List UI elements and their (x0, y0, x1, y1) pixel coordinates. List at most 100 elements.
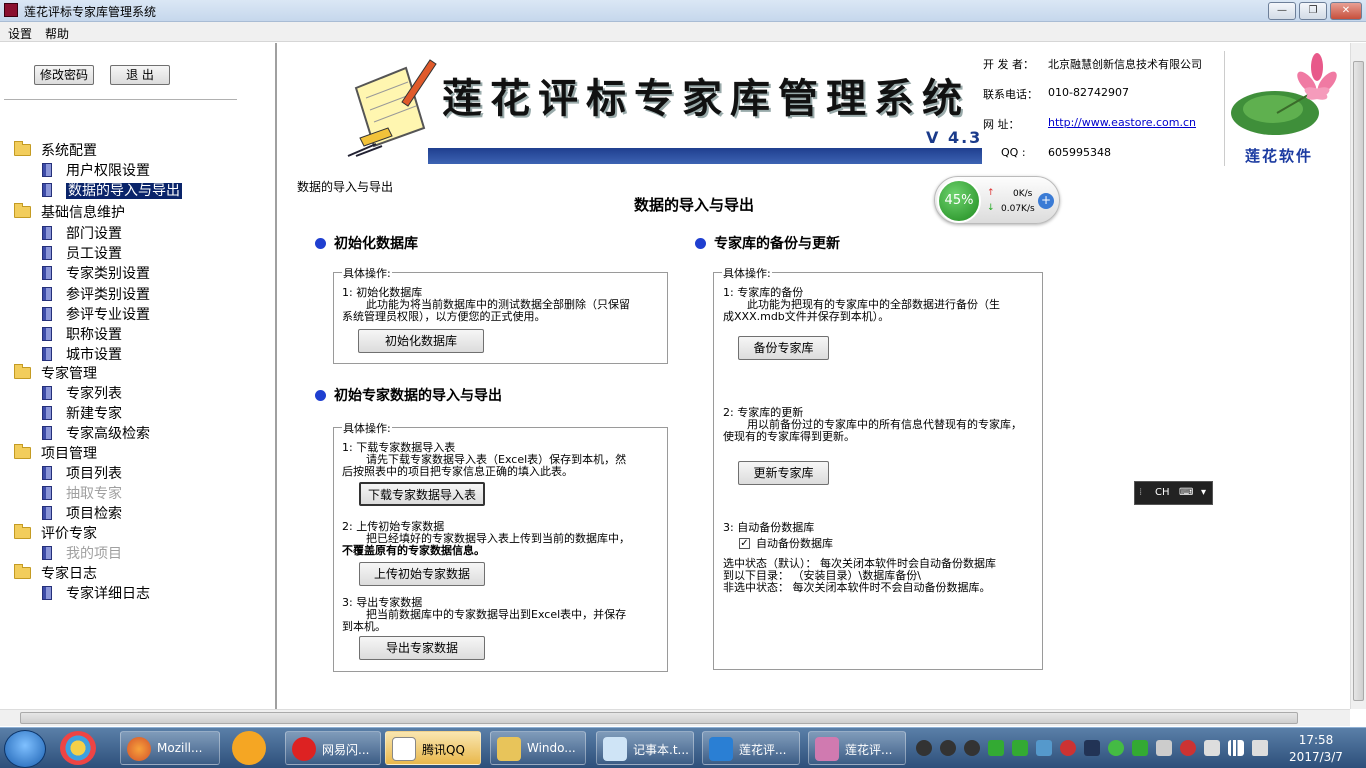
download-template-button[interactable]: 下载专家数据导入表 (359, 482, 485, 506)
device-icon[interactable] (1156, 740, 1172, 756)
section-title-backup: 专家库的备份与更新 (695, 233, 840, 253)
bullet-icon (315, 390, 326, 401)
tree-item-project-search[interactable]: 项目检索 (42, 505, 122, 523)
cube-icon[interactable] (1036, 740, 1052, 756)
step-desc-bold: 不覆盖原有的专家数据信息。 (342, 544, 485, 557)
menu-help[interactable]: 帮助 (45, 25, 69, 42)
tree-item-expert-detail-log[interactable]: 专家详细日志 (42, 585, 150, 603)
plus-icon[interactable]: + (1038, 193, 1054, 209)
bluetooth-icon[interactable] (1084, 740, 1100, 756)
qq-tray-icon[interactable] (916, 740, 932, 756)
tree-folder-basic-info[interactable]: 基础信息维护 (14, 203, 125, 222)
tree-item-expert-list[interactable]: 专家列表 (42, 385, 122, 403)
auto-backup-checkbox[interactable]: ✓ (739, 538, 750, 549)
horizontal-scrollbar[interactable] (0, 709, 1350, 726)
tree-item-new-expert[interactable]: 新建专家 (42, 405, 122, 423)
lotus-logo: 莲花软件 (1224, 51, 1346, 166)
signal-icon[interactable] (1228, 740, 1244, 756)
plus-tray-icon[interactable] (1108, 740, 1124, 756)
task-qq[interactable]: 腾讯QQ (385, 731, 481, 765)
note-text: 非选中状态： 每次关闭本软件时不会自动备份数据库。 (723, 581, 991, 594)
init-database-button[interactable]: 初始化数据库 (358, 329, 484, 353)
keyboard-icon[interactable]: ⌨ (1179, 487, 1193, 498)
lotus-flower-icon (1231, 53, 1337, 135)
task-netease[interactable]: 网易闪... (285, 731, 381, 765)
tree-item-project-list[interactable]: 项目列表 (42, 465, 122, 483)
divider (4, 99, 237, 100)
window-title: 莲花评标专家库管理系统 (24, 5, 157, 19)
developer-value: 北京融慧创新信息技术有限公司 (1048, 58, 1202, 71)
drag-handle-icon[interactable]: ⁞ (1139, 487, 1142, 498)
change-password-button[interactable]: 修改密码 (34, 65, 94, 85)
security-shield-icon[interactable] (1012, 740, 1028, 756)
tree-item-city[interactable]: 城市设置 (42, 346, 122, 364)
security-shield-icon[interactable] (988, 740, 1004, 756)
tree-item-department[interactable]: 部门设置 (42, 225, 122, 243)
ime-language[interactable]: CH (1155, 487, 1170, 498)
exit-button[interactable]: 退 出 (110, 65, 170, 85)
scroll-thumb[interactable] (1353, 61, 1364, 701)
tree-folder-project-mgmt[interactable]: 项目管理 (14, 444, 97, 463)
phone-value: 010-82742907 (1048, 86, 1129, 99)
app-tray-icon[interactable] (1180, 740, 1196, 756)
tree-item-expert-category[interactable]: 专家类别设置 (42, 265, 150, 283)
qq-label: QQ : (1001, 146, 1026, 159)
tree-item-title[interactable]: 职称设置 (42, 326, 122, 344)
task-firefox[interactable]: Mozill... (120, 731, 220, 765)
usb-icon[interactable] (1204, 740, 1220, 756)
backup-database-button[interactable]: 备份专家库 (738, 336, 829, 360)
task-windows-explorer[interactable]: Windo... (490, 731, 586, 765)
firefox-icon (127, 737, 151, 761)
task-lotus-1[interactable]: 莲花评... (702, 731, 800, 765)
export-data-button[interactable]: 导出专家数据 (359, 636, 485, 660)
netease-tray-icon[interactable] (1060, 740, 1076, 756)
scroll-thumb[interactable] (20, 712, 1298, 724)
tree-folder-expert-mgmt[interactable]: 专家管理 (14, 364, 97, 383)
network-speed-widget[interactable]: 45% ↑ 0K/s ↓ 0.07K/s + (934, 176, 1060, 224)
book-icon (42, 586, 52, 600)
upload-rate: 0K/s (1013, 189, 1033, 199)
tree-item-staff[interactable]: 员工设置 (42, 245, 122, 263)
qq-tray-icon[interactable] (964, 740, 980, 756)
maximize-button[interactable]: ❐ (1299, 2, 1327, 20)
uc-browser-icon[interactable] (232, 731, 266, 765)
tree-item-user-permissions[interactable]: 用户权限设置 (42, 162, 150, 180)
book-icon (42, 163, 52, 177)
close-button[interactable]: ✕ (1330, 2, 1362, 20)
ime-toolbar[interactable]: ⁞ CH ⌨ ▾ (1134, 481, 1213, 505)
folder-icon (497, 737, 521, 761)
tree-folder-expert-log[interactable]: 专家日志 (14, 564, 97, 583)
groupbox-legend: 具体操作: (722, 265, 772, 281)
tree-folder-system-config[interactable]: 系统配置 (14, 141, 97, 160)
upload-data-button[interactable]: 上传初始专家数据 (359, 562, 485, 586)
bullet-icon (315, 238, 326, 249)
minimize-button[interactable]: — (1268, 2, 1296, 20)
security-shield-icon[interactable] (1132, 740, 1148, 756)
tree-item-draw-expert: 抽取专家 (42, 485, 122, 503)
qq-tray-icon[interactable] (940, 740, 956, 756)
volume-icon[interactable] (1252, 740, 1268, 756)
vertical-scrollbar[interactable] (1350, 43, 1366, 709)
menu-settings[interactable]: 设置 (8, 25, 32, 42)
website-link[interactable]: http://www.eastore.com.cn (1048, 116, 1196, 129)
section-title-import-export: 初始专家数据的导入与导出 (315, 385, 502, 405)
book-icon (42, 426, 52, 440)
task-notepad[interactable]: 记事本.t... (596, 731, 694, 765)
start-button[interactable] (4, 730, 46, 768)
tree-item-review-category[interactable]: 参评类别设置 (42, 286, 150, 304)
pinned-app-icon[interactable] (60, 731, 96, 765)
tree-folder-evaluate-expert[interactable]: 评价专家 (14, 524, 97, 543)
clock[interactable]: 17:58 2017/3/7 (1285, 732, 1347, 766)
auto-backup-checkbox-label[interactable]: 自动备份数据库 (756, 538, 833, 550)
upload-arrow-icon: ↑ (987, 188, 995, 198)
update-database-button[interactable]: 更新专家库 (738, 461, 829, 485)
task-lotus-2[interactable]: 莲花评... (808, 731, 906, 765)
book-icon (42, 183, 52, 197)
tree-item-advanced-search[interactable]: 专家高级检索 (42, 425, 150, 443)
tree-item-my-projects: 我的项目 (42, 545, 122, 563)
clock-time: 17:58 (1298, 733, 1334, 747)
tree-item-data-import-export[interactable]: 数据的导入与导出 (42, 182, 182, 200)
section-title-init-db: 初始化数据库 (315, 233, 418, 253)
ime-menu-icon[interactable]: ▾ (1201, 487, 1206, 498)
tree-item-review-major[interactable]: 参评专业设置 (42, 306, 150, 324)
